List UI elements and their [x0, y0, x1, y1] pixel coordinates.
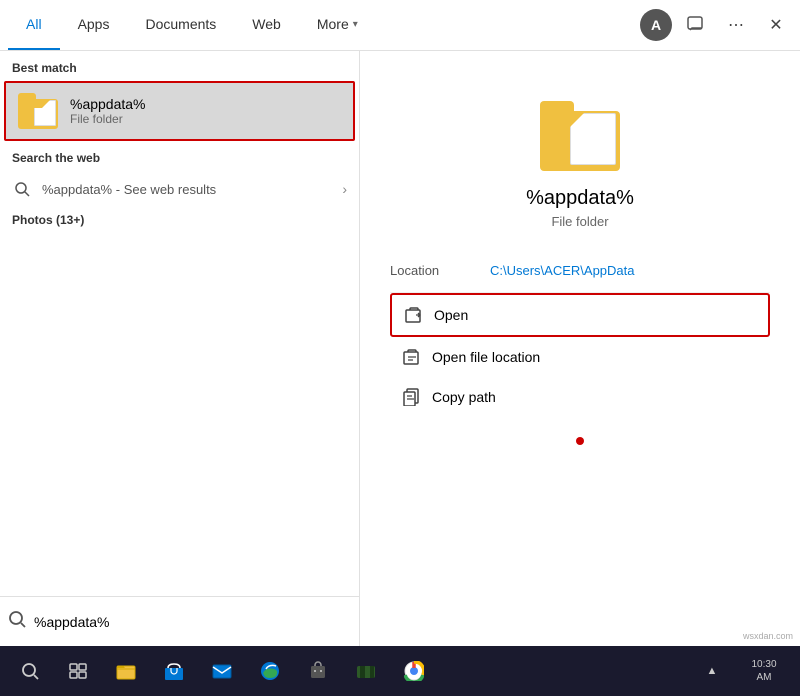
nav-bar: All Apps Documents Web More ▾ A ⋯: [0, 0, 800, 51]
content-area: Best match %appdata% File folder Search …: [0, 51, 800, 646]
watermark: wsxdan.com: [740, 630, 796, 642]
open-icon: [404, 305, 424, 325]
detail-row-location: Location C:\Users\ACER\AppData: [390, 249, 770, 293]
taskbar-edge-button[interactable]: [248, 649, 292, 693]
chevron-right-icon: ›: [342, 181, 347, 197]
copy-path-button[interactable]: Copy path: [390, 377, 770, 417]
tab-more[interactable]: More ▾: [299, 0, 376, 50]
item-subtitle: File folder: [70, 112, 146, 126]
open-file-location-button[interactable]: Open file location: [390, 337, 770, 377]
nav-right: A ⋯ ✕: [640, 9, 792, 41]
web-result-text: %appdata% - See web results: [42, 182, 332, 197]
open-button[interactable]: Open: [390, 293, 770, 337]
open-label: Open: [434, 307, 468, 323]
location-label: Location: [390, 263, 470, 278]
search-window: All Apps Documents Web More ▾ A ⋯: [0, 0, 800, 696]
search-input[interactable]: [34, 614, 351, 630]
avatar[interactable]: A: [640, 9, 672, 41]
taskbar-mail-button[interactable]: [200, 649, 244, 693]
taskbar-tray-button[interactable]: ▲: [690, 649, 734, 693]
copy-path-icon: [402, 387, 422, 407]
taskbar-search-button[interactable]: [8, 649, 52, 693]
search-magnifier-icon: [8, 610, 26, 633]
search-box-container: [0, 596, 359, 646]
search-web-item[interactable]: %appdata% - See web results ›: [0, 171, 359, 207]
preview-title: %appdata%: [526, 187, 634, 210]
taskbar-chrome-button[interactable]: [392, 649, 436, 693]
best-match-text: %appdata% File folder: [70, 96, 146, 126]
file-preview: %appdata% File folder: [390, 71, 770, 249]
search-icon: [12, 179, 32, 199]
best-match-label: Best match: [0, 51, 359, 81]
tab-all[interactable]: All: [8, 0, 60, 50]
tab-web[interactable]: Web: [234, 0, 299, 50]
taskbar-clock[interactable]: 10:30 AM: [736, 649, 792, 693]
taskbar-task-view-button[interactable]: [56, 649, 100, 693]
taskbar-file-explorer-button[interactable]: [104, 649, 148, 693]
more-options-button[interactable]: ⋯: [720, 9, 752, 41]
search-web-label: Search the web: [0, 141, 359, 171]
nav-tabs: All Apps Documents Web More ▾: [8, 0, 640, 50]
taskbar-store-button[interactable]: [152, 649, 196, 693]
open-file-location-icon: [402, 347, 422, 367]
taskbar-game-button[interactable]: [344, 649, 388, 693]
big-folder-icon: [540, 101, 620, 171]
best-match-item[interactable]: %appdata% File folder: [4, 81, 355, 141]
location-value[interactable]: C:\Users\ACER\AppData: [490, 263, 635, 278]
close-button[interactable]: ✕: [760, 9, 792, 41]
tab-apps[interactable]: Apps: [60, 0, 128, 50]
preview-subtitle: File folder: [551, 214, 608, 229]
folder-icon: [18, 93, 58, 129]
taskbar-right: ▲ 10:30 AM: [690, 649, 792, 693]
open-file-location-label: Open file location: [432, 349, 540, 365]
copy-path-label: Copy path: [432, 389, 496, 405]
photos-label: Photos (13+): [0, 207, 359, 233]
chevron-down-icon: ▾: [353, 19, 358, 30]
tab-documents[interactable]: Documents: [127, 0, 234, 50]
chat-icon-button[interactable]: [680, 9, 712, 41]
red-dot: [576, 437, 584, 445]
right-panel: %appdata% File folder Location C:\Users\…: [360, 51, 800, 646]
left-panel: Best match %appdata% File folder Search …: [0, 51, 360, 646]
left-spacer: [0, 233, 359, 596]
taskbar: ▲ 10:30 AM: [0, 646, 800, 696]
taskbar-shop-button[interactable]: [296, 649, 340, 693]
item-title: %appdata%: [70, 96, 146, 112]
